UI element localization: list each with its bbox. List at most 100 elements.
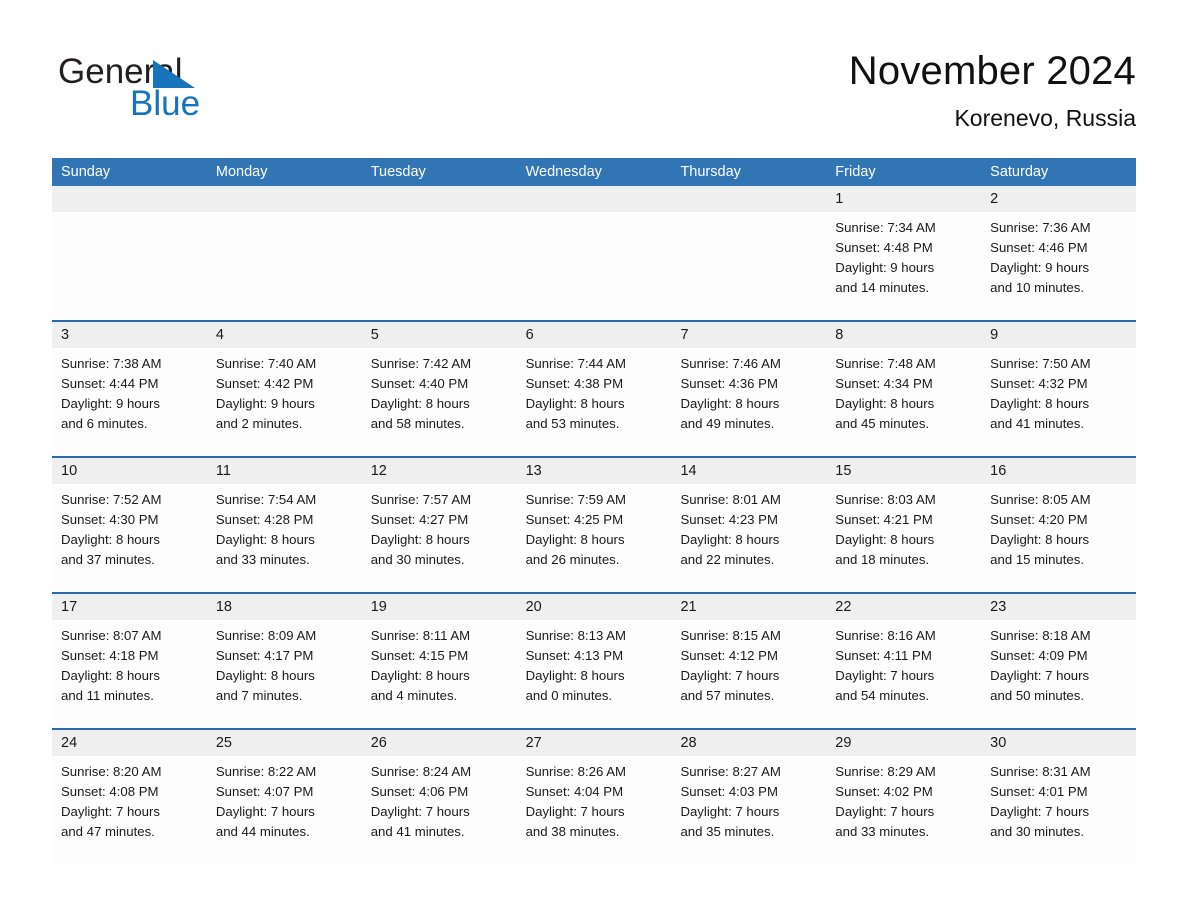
day-cell[interactable]: Sunrise: 8:01 AM Sunset: 4:23 PM Daylight:… <box>671 484 826 592</box>
day-number[interactable]: 19 <box>362 594 517 620</box>
daylight-text: Daylight: 7 hours <box>370 804 470 819</box>
day-cell[interactable]: Sunrise: 8:05 AM Sunset: 4:20 PM Daylight:… <box>981 484 1136 592</box>
day-cell[interactable]: Sunrise: 8:20 AM Sunset: 4:08 PM Daylight:… <box>52 756 207 864</box>
week-detail-band: Sunrise: 7:38 AM Sunset: 4:44 PM Daylight:… <box>52 348 1136 456</box>
week-date-band: 24 25 26 27 28 29 30 <box>52 730 1136 756</box>
day-number[interactable]: 21 <box>671 594 826 620</box>
sunset-text: Sunset: 4:40 PM <box>370 376 469 391</box>
daylight-text-cont: and 26 minutes. <box>525 552 620 567</box>
day-number[interactable]: 13 <box>517 458 672 484</box>
page-header: General Blue November 2024 Korenevo, Rus… <box>0 0 1188 158</box>
day-number[interactable]: 8 <box>826 322 981 348</box>
day-number[interactable]: 18 <box>207 594 362 620</box>
daylight-text-cont: and 18 minutes. <box>835 552 930 567</box>
day-number[interactable]: 15 <box>826 458 981 484</box>
day-cell[interactable]: Sunrise: 7:50 AM Sunset: 4:32 PM Daylight:… <box>981 348 1136 456</box>
day-number[interactable]: 1 <box>826 186 981 212</box>
day-number[interactable]: 6 <box>517 322 672 348</box>
week-date-band: 3456789 <box>52 322 1136 348</box>
calendar-week-row: 10 11 12 13 14 15 16 Sunrise: 7:52 AM Sunset: 4:… <box>52 456 1136 592</box>
day-number[interactable]: 7 <box>671 322 826 348</box>
day-cell[interactable]: Sunrise: 7:54 AM Sunset: 4:28 PM Daylight:… <box>207 484 362 592</box>
daylight-text: Daylight: 7 hours <box>215 804 315 819</box>
day-cell[interactable]: Sunrise: 8:27 AM Sunset: 4:03 PM Daylight:… <box>671 756 826 864</box>
sunset-text: Sunset: 4:12 PM <box>680 648 778 663</box>
day-number[interactable]: 17 <box>52 594 207 620</box>
day-cell[interactable]: Sunrise: 8:03 AM Sunset: 4:21 PM Daylight:… <box>826 484 981 592</box>
day-cell[interactable]: Sunrise: 7:36 AM Sunset: 4:46 PM Daylight:… <box>981 212 1136 320</box>
day-number[interactable]: 11 <box>207 458 362 484</box>
sunset-text: Sunset: 4:48 PM <box>835 240 933 255</box>
day-number[interactable]: 10 <box>52 458 207 484</box>
day-cell[interactable]: Sunrise: 8:24 AM Sunset: 4:06 PM Daylight:… <box>362 756 517 864</box>
day-cell[interactable]: Sunrise: 8:22 AM Sunset: 4:07 PM Daylight:… <box>207 756 362 864</box>
daylight-text: Daylight: 7 hours <box>61 804 160 819</box>
sunset-text: Sunset: 4:18 PM <box>61 648 159 663</box>
daylight-text-cont: and 0 minutes. <box>525 688 613 703</box>
day-number[interactable]: 26 <box>362 730 517 756</box>
day-cell[interactable]: Sunrise: 7:59 AM Sunset: 4:25 PM Daylight:… <box>517 484 672 592</box>
sunset-text: Sunset: 4:34 PM <box>835 376 933 391</box>
day-cell[interactable] <box>52 212 207 320</box>
daylight-text: Daylight: 8 hours <box>835 396 935 411</box>
daylight-text-cont: and 54 minutes. <box>835 688 930 703</box>
day-cell[interactable]: Sunrise: 7:34 AM Sunset: 4:48 PM Daylight:… <box>826 212 981 320</box>
day-number[interactable] <box>671 186 826 212</box>
day-cell[interactable]: Sunrise: 7:52 AM Sunset: 4:30 PM Daylight:… <box>52 484 207 592</box>
sunset-text: Sunset: 4:36 PM <box>680 376 778 391</box>
day-number[interactable]: 24 <box>52 730 207 756</box>
day-cell[interactable]: Sunrise: 7:46 AM Sunset: 4:36 PM Daylight:… <box>671 348 826 456</box>
sunrise-text: Sunrise: 7:42 AM <box>370 356 472 371</box>
week-detail-band: Sunrise: 8:07 AM Sunset: 4:18 PM Daylight:… <box>52 620 1136 728</box>
daylight-text: Daylight: 7 hours <box>680 804 780 819</box>
day-cell[interactable]: Sunrise: 8:29 AM Sunset: 4:02 PM Daylight:… <box>826 756 981 864</box>
day-number[interactable]: 28 <box>671 730 826 756</box>
day-cell[interactable]: Sunrise: 7:42 AM Sunset: 4:40 PM Daylight:… <box>362 348 517 456</box>
calendar-weeks: 1 2 Sunrise: 7:34 AM Sunset: 4:48 PM Dayligh… <box>52 186 1136 864</box>
sunset-text: Sunset: 4:23 PM <box>680 512 778 527</box>
day-cell[interactable] <box>517 212 672 320</box>
day-number[interactable]: 14 <box>671 458 826 484</box>
day-cell[interactable] <box>207 212 362 320</box>
location-subtitle: Korenevo, Russia <box>954 105 1136 131</box>
day-number[interactable] <box>517 186 672 212</box>
day-cell[interactable]: Sunrise: 8:15 AM Sunset: 4:12 PM Daylight:… <box>671 620 826 728</box>
day-cell[interactable]: Sunrise: 8:18 AM Sunset: 4:09 PM Daylight:… <box>981 620 1136 728</box>
daylight-text-cont: and 41 minutes. <box>990 416 1084 431</box>
day-cell[interactable]: Sunrise: 8:11 AM Sunset: 4:15 PM Daylight:… <box>362 620 517 728</box>
day-cell[interactable]: Sunrise: 8:09 AM Sunset: 4:17 PM Daylight:… <box>207 620 362 728</box>
day-cell[interactable] <box>362 212 517 320</box>
daylight-text-cont: and 47 minutes. <box>61 824 155 839</box>
day-number[interactable]: 30 <box>981 730 1136 756</box>
day-number[interactable]: 9 <box>981 322 1136 348</box>
day-number[interactable]: 20 <box>517 594 672 620</box>
day-cell[interactable] <box>671 212 826 320</box>
day-number[interactable]: 16 <box>981 458 1136 484</box>
day-cell[interactable]: Sunrise: 7:44 AM Sunset: 4:38 PM Daylight:… <box>517 348 672 456</box>
day-number[interactable]: 29 <box>826 730 981 756</box>
day-number[interactable] <box>207 186 362 212</box>
day-number[interactable]: 2 <box>981 186 1136 212</box>
day-number[interactable] <box>362 186 517 212</box>
day-number[interactable]: 22 <box>826 594 981 620</box>
day-number[interactable]: 4 <box>207 322 362 348</box>
day-cell[interactable]: Sunrise: 7:48 AM Sunset: 4:34 PM Daylight:… <box>826 348 981 456</box>
day-number[interactable]: 5 <box>362 322 517 348</box>
day-cell[interactable]: Sunrise: 7:57 AM Sunset: 4:27 PM Daylight:… <box>362 484 517 592</box>
day-number[interactable]: 3 <box>52 322 207 348</box>
day-number[interactable] <box>52 186 207 212</box>
day-cell[interactable]: Sunrise: 8:31 AM Sunset: 4:01 PM Daylight:… <box>981 756 1136 864</box>
day-number[interactable]: 23 <box>981 594 1136 620</box>
day-number[interactable]: 25 <box>207 730 362 756</box>
day-cell[interactable]: Sunrise: 8:07 AM Sunset: 4:18 PM Daylight:… <box>52 620 207 728</box>
day-cell[interactable]: Sunrise: 7:38 AM Sunset: 4:44 PM Daylight:… <box>52 348 207 456</box>
sunrise-text: Sunrise: 7:50 AM <box>990 356 1091 371</box>
day-number[interactable]: 27 <box>517 730 672 756</box>
day-cell[interactable]: Sunrise: 8:16 AM Sunset: 4:11 PM Daylight:… <box>826 620 981 728</box>
day-of-week-header: Friday <box>835 164 876 180</box>
day-cell[interactable]: Sunrise: 8:26 AM Sunset: 4:04 PM Daylight:… <box>517 756 672 864</box>
daylight-text: Daylight: 8 hours <box>525 668 625 683</box>
day-number[interactable]: 12 <box>362 458 517 484</box>
day-cell[interactable]: Sunrise: 8:13 AM Sunset: 4:13 PM Daylight:… <box>517 620 672 728</box>
day-cell[interactable]: Sunrise: 7:40 AM Sunset: 4:42 PM Daylight:… <box>207 348 362 456</box>
